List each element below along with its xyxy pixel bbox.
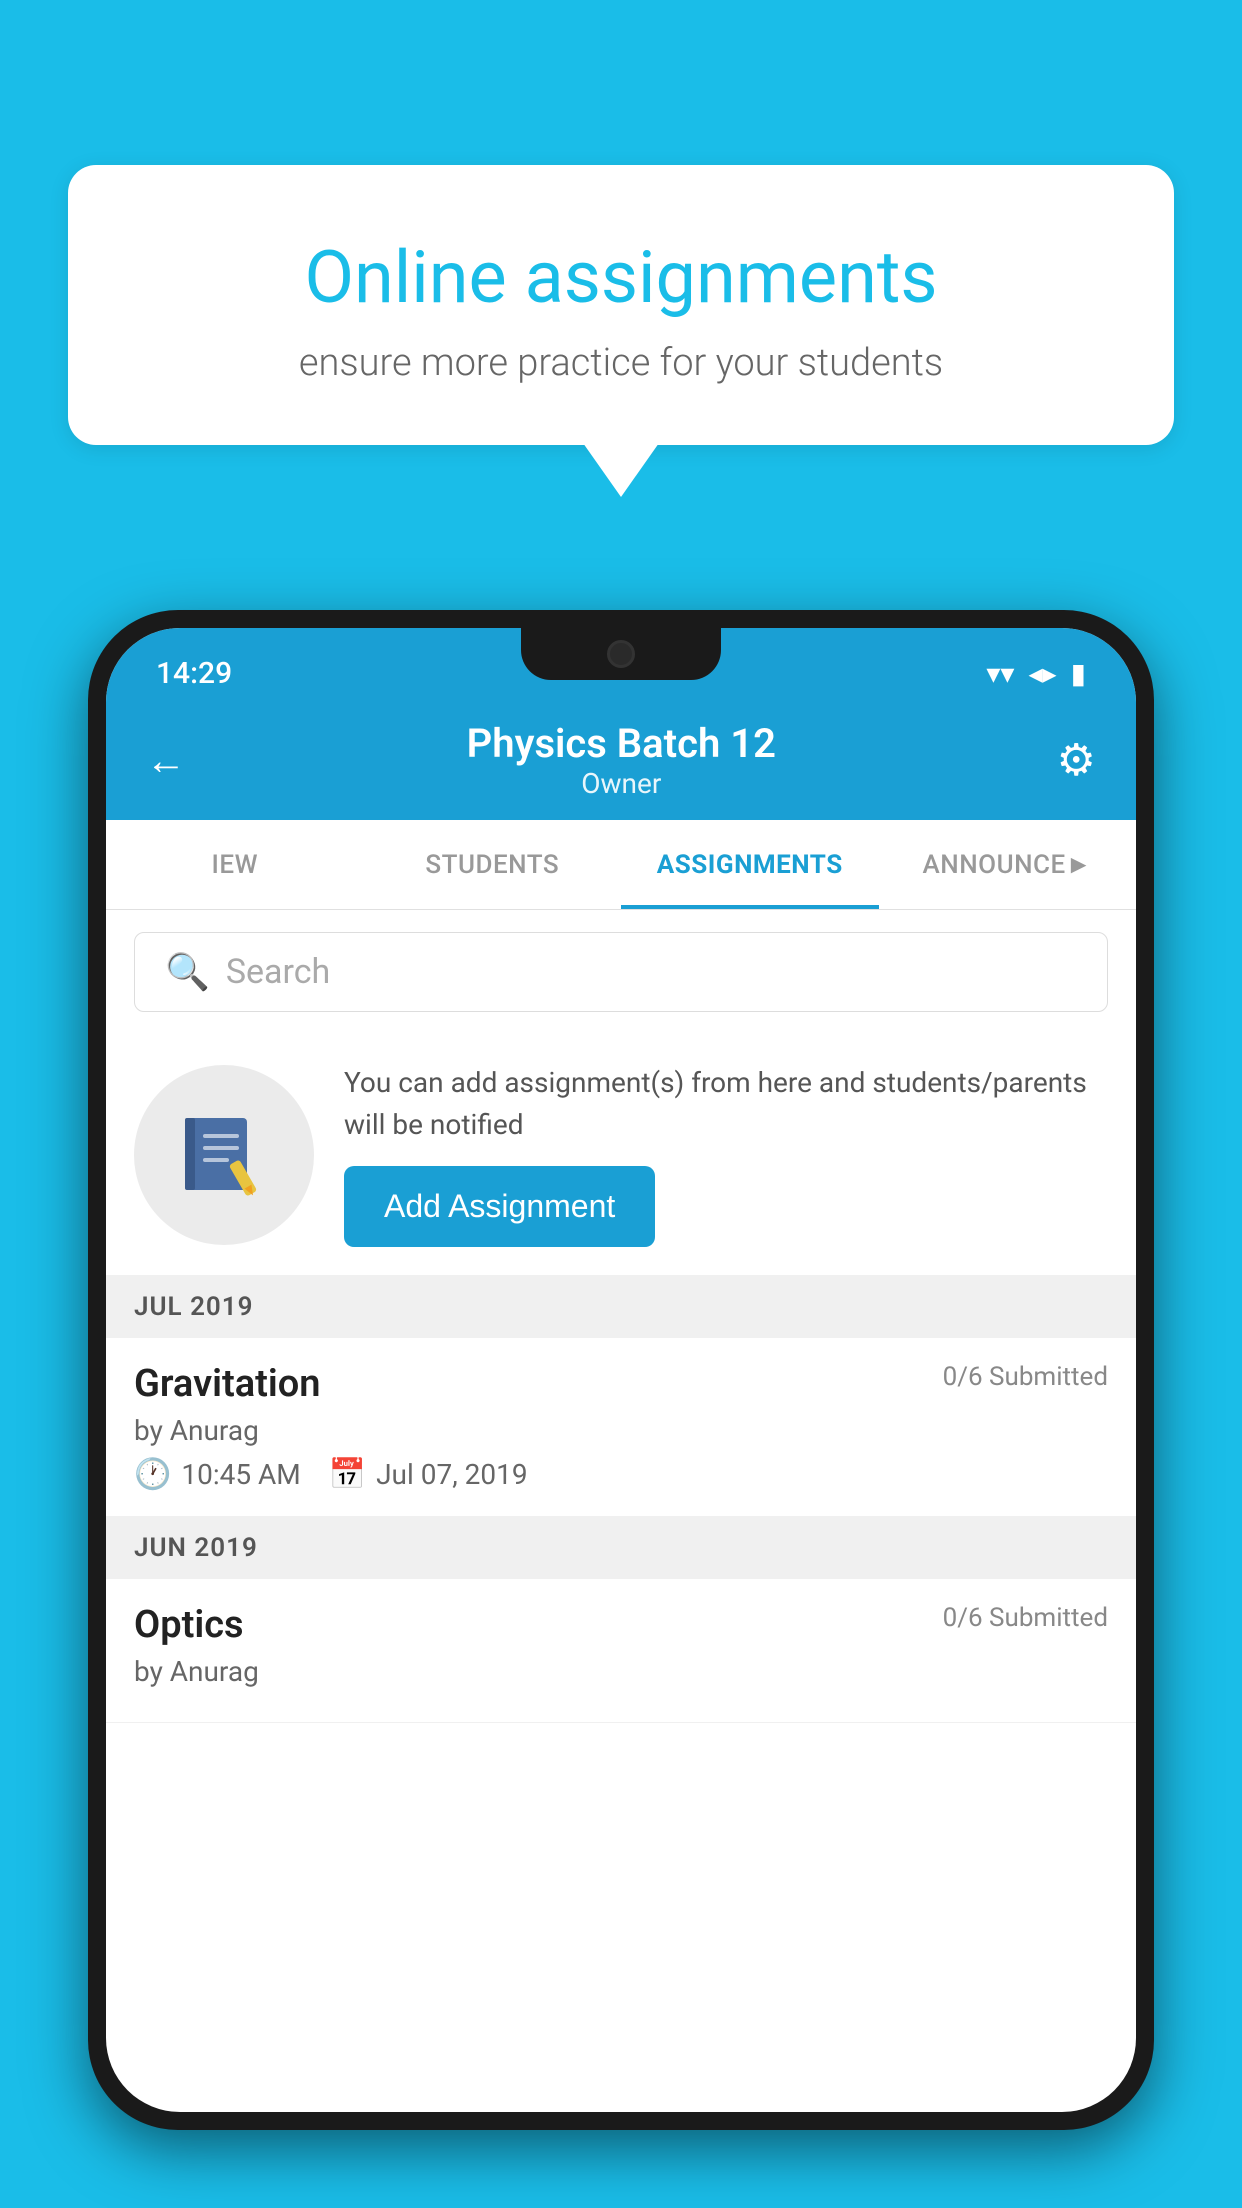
phone-container: 14:29 ▾▾ ◂▸ ▮ ← Physics Batch 12 Owner ⚙… — [88, 610, 1154, 2130]
assignment-name-optics: Optics — [134, 1603, 244, 1647]
assignment-item-header-optics: Optics 0/6 Submitted — [134, 1603, 1108, 1647]
header-title: Physics Batch 12 — [467, 720, 776, 767]
assignment-by-gravitation: by Anurag — [134, 1414, 1108, 1447]
add-assignment-button[interactable]: Add Assignment — [344, 1166, 655, 1247]
status-icons: ▾▾ ◂▸ ▮ — [986, 657, 1086, 690]
search-bar[interactable]: 🔍 Search — [134, 932, 1108, 1012]
bubble-title: Online assignments — [128, 235, 1114, 321]
bubble-subtitle: ensure more practice for your students — [128, 341, 1114, 385]
tab-students[interactable]: STUDENTS — [364, 820, 622, 909]
assignment-description: You can add assignment(s) from here and … — [344, 1062, 1108, 1146]
header-center: Physics Batch 12 Owner — [467, 720, 776, 800]
notebook-svg-icon — [179, 1110, 269, 1200]
assignment-meta-gravitation: 🕐 10:45 AM 📅 Jul 07, 2019 — [134, 1457, 1108, 1492]
assignment-item-header: Gravitation 0/6 Submitted — [134, 1362, 1108, 1406]
search-placeholder: Search — [226, 952, 330, 992]
assignment-status-gravitation: 0/6 Submitted — [943, 1362, 1108, 1392]
tab-announcements[interactable]: ANNOUNCE► — [879, 820, 1137, 909]
header-subtitle: Owner — [467, 767, 776, 800]
section-jul-2019: JUL 2019 — [106, 1276, 1136, 1338]
phone-outer: 14:29 ▾▾ ◂▸ ▮ ← Physics Batch 12 Owner ⚙… — [88, 610, 1154, 2130]
assignment-time-text: 10:45 AM — [181, 1458, 300, 1491]
assignment-date-gravitation: 📅 Jul 07, 2019 — [329, 1457, 528, 1492]
assignment-item-gravitation[interactable]: Gravitation 0/6 Submitted by Anurag 🕐 10… — [106, 1338, 1136, 1517]
assignment-name-gravitation: Gravitation — [134, 1362, 321, 1406]
gear-icon[interactable]: ⚙ — [1057, 734, 1096, 786]
assignment-info: You can add assignment(s) from here and … — [344, 1062, 1108, 1247]
phone-screen: 14:29 ▾▾ ◂▸ ▮ ← Physics Batch 12 Owner ⚙… — [106, 628, 1136, 2112]
signal-icon: ◂▸ — [1028, 657, 1056, 690]
status-time: 14:29 — [156, 656, 232, 691]
speech-bubble: Online assignments ensure more practice … — [68, 165, 1174, 445]
assignment-date-text: Jul 07, 2019 — [376, 1458, 528, 1491]
assignment-icon-circle — [134, 1065, 314, 1245]
assignment-item-optics[interactable]: Optics 0/6 Submitted by Anurag — [106, 1579, 1136, 1723]
back-button[interactable]: ← — [146, 737, 186, 784]
search-icon: 🔍 — [165, 951, 210, 993]
phone-notch — [521, 628, 721, 680]
search-bar-wrapper: 🔍 Search — [106, 910, 1136, 1034]
assignment-status-optics: 0/6 Submitted — [943, 1603, 1108, 1633]
battery-icon: ▮ — [1071, 657, 1086, 690]
clock-icon: 🕐 — [134, 1457, 171, 1492]
content-area: 🔍 Search — [106, 910, 1136, 1723]
calendar-icon: 📅 — [329, 1457, 366, 1492]
tab-bar: IEW STUDENTS ASSIGNMENTS ANNOUNCE► — [106, 820, 1136, 910]
tab-iew[interactable]: IEW — [106, 820, 364, 909]
assignment-time-gravitation: 🕐 10:45 AM — [134, 1457, 301, 1492]
phone-camera — [607, 640, 635, 668]
add-assignment-banner: You can add assignment(s) from here and … — [106, 1034, 1136, 1276]
app-header: ← Physics Batch 12 Owner ⚙ — [106, 700, 1136, 820]
tab-assignments[interactable]: ASSIGNMENTS — [621, 820, 879, 909]
wifi-icon: ▾▾ — [986, 657, 1014, 690]
section-jun-2019: JUN 2019 — [106, 1517, 1136, 1579]
assignment-by-optics: by Anurag — [134, 1655, 1108, 1688]
